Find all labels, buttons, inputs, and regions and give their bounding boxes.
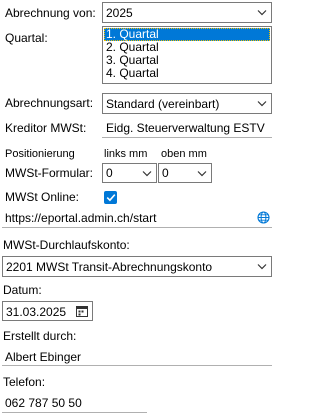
telefon-label: Telefon: — [3, 375, 46, 389]
chevron-down-icon — [197, 170, 207, 176]
durchlaufskonto-label: MWSt-Durchlaufskonto: — [3, 238, 130, 252]
chevron-down-icon — [257, 101, 267, 107]
datum-label: Datum: — [3, 283, 42, 297]
url-text: https://eportal.admin.ch/start — [5, 211, 157, 225]
durchlaufskonto-value: 2201 MWSt Transit-Abrechnungskonto — [6, 259, 213, 274]
abrechnung-von-select[interactable]: 2025 — [102, 2, 272, 23]
chevron-down-icon — [142, 170, 152, 176]
checkmark-icon — [106, 194, 115, 202]
calendar-icon[interactable] — [76, 305, 88, 317]
formular-links-value: 0 — [106, 166, 113, 180]
abrechnungsart-value: Standard (vereinbart) — [106, 96, 220, 111]
formular-oben-value: 0 — [162, 166, 169, 180]
abrechnungsart-label: Abrechnungsart: — [5, 96, 94, 110]
chevron-down-icon — [257, 10, 267, 16]
abrechnung-von-label: Abrechnung von: — [5, 6, 96, 20]
globe-icon[interactable] — [257, 211, 270, 224]
kreditor-label: Kreditor MWSt: — [5, 121, 87, 135]
mwst-formular-label: MWSt-Formular: — [5, 166, 93, 180]
durchlaufskonto-select[interactable]: 2201 MWSt Transit-Abrechnungskonto — [2, 256, 272, 277]
datum-value: 31.03.2025 — [6, 305, 67, 319]
links-mm-header: links mm — [104, 148, 148, 160]
abrechnungsart-select[interactable]: Standard (vereinbart) — [102, 93, 272, 114]
mwst-online-label: MWSt Online: — [5, 190, 80, 204]
telefon-field[interactable]: 062 787 50 50 — [2, 393, 147, 413]
mwst-online-checkbox[interactable] — [104, 191, 117, 204]
positionierung-label: Positionierung — [5, 148, 75, 160]
quartal-listbox[interactable]: 1. Quartal 2. Quartal 3. Quartal 4. Quar… — [102, 26, 272, 84]
quartal-label: Quartal: — [5, 31, 48, 45]
url-field[interactable]: https://eportal.admin.ch/start — [2, 208, 272, 228]
oben-mm-header: oben mm — [161, 148, 207, 160]
formular-links-select[interactable]: 0 — [102, 163, 157, 183]
kreditor-field[interactable]: Eidg. Steuerverwaltung ESTV — [102, 118, 272, 138]
erstellt-label: Erstellt durch: — [3, 329, 77, 343]
abrechnung-von-value: 2025 — [106, 5, 133, 20]
formular-oben-select[interactable]: 0 — [158, 163, 212, 183]
chevron-down-icon — [257, 264, 267, 270]
erstellt-field[interactable]: Albert Ebinger — [2, 346, 272, 366]
quartal-option-4[interactable]: 4. Quartal — [104, 67, 270, 80]
